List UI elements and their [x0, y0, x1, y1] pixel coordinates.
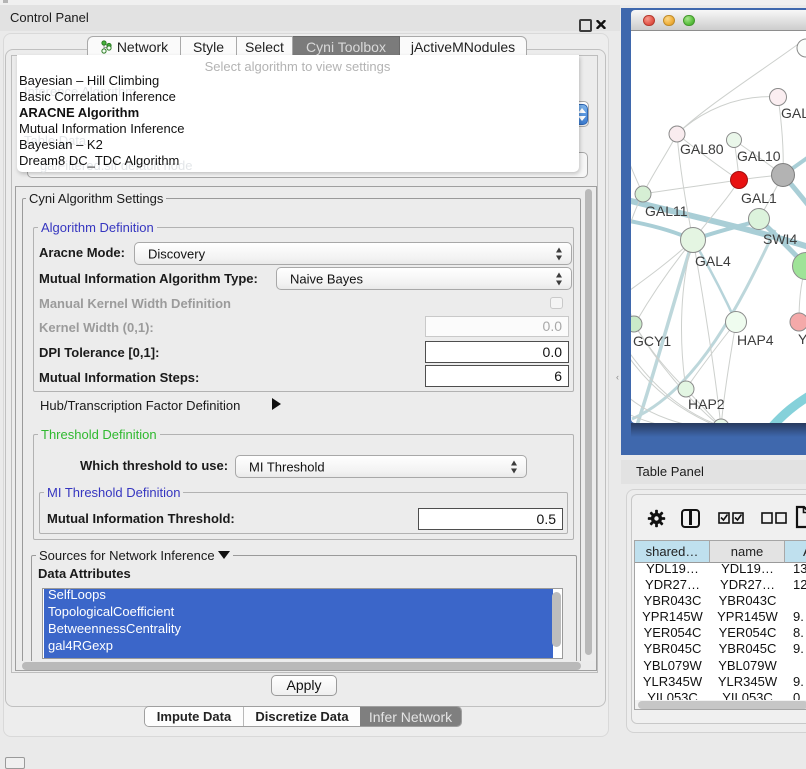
svg-text:GCY1: GCY1 — [633, 333, 671, 349]
svg-text:GAL11: GAL11 — [645, 203, 688, 219]
svg-text:SWI4: SWI4 — [763, 231, 797, 247]
svg-text:GAL1: GAL1 — [741, 190, 777, 206]
svg-text:GAL10: GAL10 — [737, 148, 781, 164]
svg-text:GAL80: GAL80 — [680, 141, 724, 157]
svg-text:HAP2: HAP2 — [688, 396, 725, 412]
svg-text:Y: Y — [798, 331, 806, 347]
svg-text:GAL80: GAL80 — [781, 105, 806, 121]
svg-text:HAP4: HAP4 — [737, 332, 774, 348]
svg-text:GAL4: GAL4 — [695, 253, 731, 269]
